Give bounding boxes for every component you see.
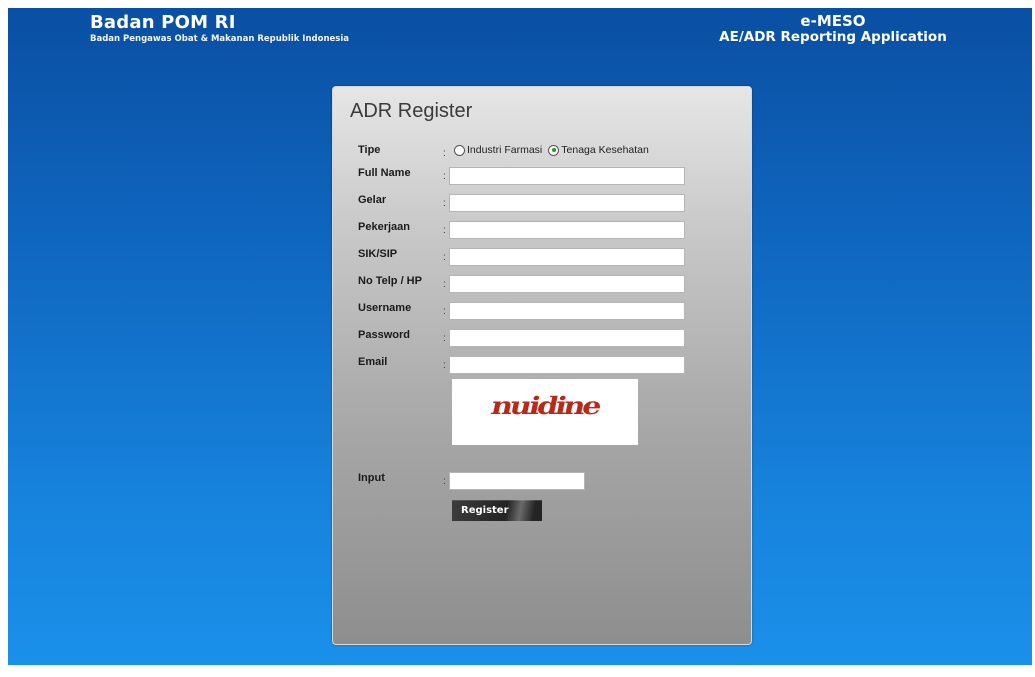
colon: : xyxy=(443,360,446,371)
sik-sip-row: SIK/SIP : xyxy=(333,248,751,270)
pekerjaan-label: Pekerjaan xyxy=(358,221,410,233)
captcha-input-row: Input : xyxy=(333,472,751,494)
radio-industri-farmasi[interactable] xyxy=(454,144,465,156)
colon: : xyxy=(443,252,446,263)
colon: : xyxy=(443,333,446,344)
email-input[interactable] xyxy=(449,356,685,374)
password-label: Password xyxy=(358,329,410,341)
gelar-row: Gelar : xyxy=(333,194,751,216)
password-row: Password : xyxy=(333,329,751,351)
tipe-row: Tipe : Industri Farmasi Tenaga Kesehatan xyxy=(333,144,751,166)
app-branding: e-MESO AE/ADR Reporting Application xyxy=(698,12,968,45)
radio-tenaga-kesehatan[interactable] xyxy=(548,144,560,156)
tipe-radio-group: Industri Farmasi Tenaga Kesehatan xyxy=(454,144,655,156)
colon: : xyxy=(443,198,446,209)
adr-register-form: ADR Register Tipe : Industri Farmasi Ten… xyxy=(332,86,752,645)
tipe-label: Tipe xyxy=(358,144,381,156)
username-row: Username : xyxy=(333,302,751,324)
password-input[interactable] xyxy=(449,329,685,347)
colon: : xyxy=(443,148,446,159)
email-row: Email : xyxy=(333,356,751,378)
full-name-label: Full Name xyxy=(358,167,411,179)
no-telp-row: No Telp / HP : xyxy=(333,275,751,297)
captcha-image: nuidine xyxy=(452,379,638,445)
colon: : xyxy=(443,306,446,317)
org-full-name: Badan Pengawas Obat & Makanan Republik I… xyxy=(90,34,349,44)
sik-sip-input[interactable] xyxy=(449,248,685,266)
colon: : xyxy=(443,279,446,290)
captcha-input[interactable] xyxy=(449,472,585,490)
colon: : xyxy=(443,171,446,182)
full-name-input[interactable] xyxy=(449,167,685,185)
app-window: Badan POM RI Badan Pengawas Obat & Makan… xyxy=(8,8,1032,665)
full-name-row: Full Name : xyxy=(333,167,751,189)
form-title: ADR Register xyxy=(350,100,473,122)
org-branding: Badan POM RI Badan Pengawas Obat & Makan… xyxy=(90,12,349,44)
org-name: Badan POM RI xyxy=(90,12,236,33)
no-telp-input[interactable] xyxy=(449,275,685,293)
pekerjaan-row: Pekerjaan : xyxy=(333,221,751,243)
colon: : xyxy=(443,476,446,487)
email-label: Email xyxy=(358,356,388,368)
app-subtitle: AE/ADR Reporting Application xyxy=(719,29,947,45)
username-input[interactable] xyxy=(449,302,685,320)
sik-sip-label: SIK/SIP xyxy=(358,248,398,260)
gelar-label: Gelar xyxy=(358,194,387,206)
app-name: e-MESO xyxy=(800,12,866,30)
no-telp-label: No Telp / HP xyxy=(358,275,422,287)
captcha-text: nuidine xyxy=(488,392,602,421)
radio-label-industri-farmasi[interactable]: Industri Farmasi xyxy=(467,144,542,156)
username-label: Username xyxy=(358,302,412,314)
gelar-input[interactable] xyxy=(449,194,685,212)
captcha-input-label: Input xyxy=(358,472,385,484)
register-button[interactable]: Register xyxy=(452,500,542,521)
pekerjaan-input[interactable] xyxy=(449,221,685,239)
radio-label-tenaga-kesehatan[interactable]: Tenaga Kesehatan xyxy=(561,144,649,156)
colon: : xyxy=(443,225,446,236)
